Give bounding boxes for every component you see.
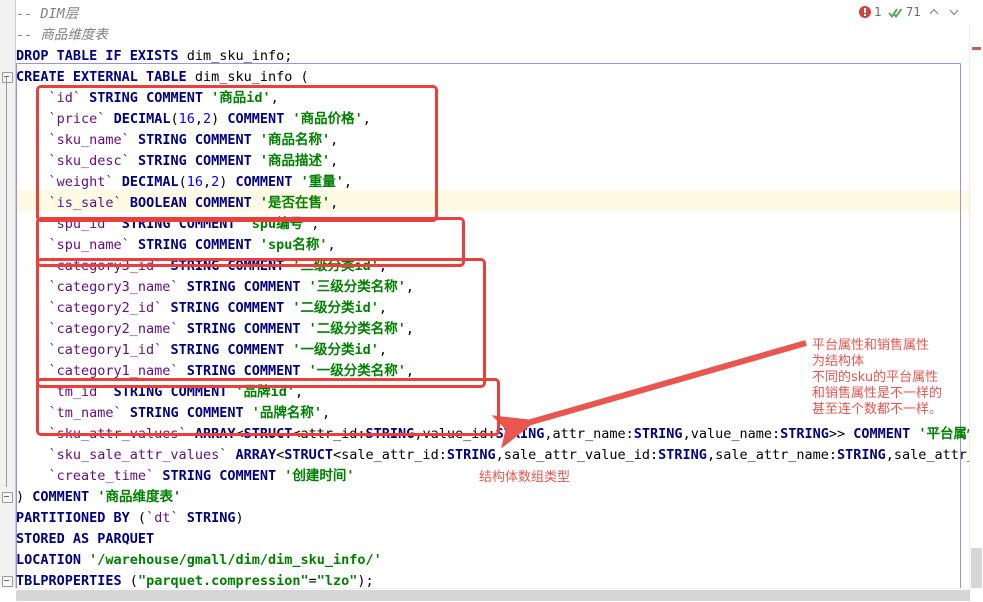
next-problem-icon[interactable]	[947, 5, 961, 19]
code-line[interactable]: STORED AS PARQUET	[16, 529, 154, 550]
code-line[interactable]: `sku_sale_attr_values` ARRAY<STRUCT<sale…	[16, 445, 983, 466]
code-line[interactable]: `tm_name` STRING COMMENT '品牌名称',	[16, 403, 331, 424]
code-line[interactable]: `category1_name` STRING COMMENT '一级分类名称'…	[16, 361, 415, 382]
code-line[interactable]: `tm_id` STRING COMMENT '品牌id',	[16, 382, 304, 403]
fold-minus-icon	[2, 576, 13, 587]
inspection-status-bar[interactable]: 1 71	[855, 0, 965, 24]
double-check-icon	[887, 7, 903, 18]
code-line[interactable]: `sku_desc` STRING COMMENT '商品描述',	[16, 151, 339, 172]
code-line[interactable]: TBLPROPERTIES ("parquet.compression"="lz…	[16, 571, 374, 588]
horizontal-scrollbar-thumb[interactable]	[16, 590, 983, 601]
warning-count-label: 71	[905, 5, 921, 19]
code-line[interactable]: `category2_name` STRING COMMENT '二级分类名称'…	[16, 319, 415, 340]
code-editor-canvas[interactable]: -- DIM层 -- 商品维度表 DROP TABLE IF EXISTS dim_…	[16, 0, 983, 588]
scrollbar-corner	[970, 589, 983, 602]
code-line[interactable]: `is_sale` BOOLEAN COMMENT '是否在售',	[16, 193, 339, 214]
fold-minus-icon	[2, 72, 13, 83]
code-line[interactable]: `price` DECIMAL(16,2) COMMENT '商品价格',	[16, 109, 371, 130]
error-marker-stripe[interactable]	[972, 47, 981, 50]
fold-marker-tblproperties[interactable]	[0, 571, 15, 592]
code-line[interactable]: LOCATION '/warehouse/gmall/dim/dim_sku_i…	[16, 550, 382, 571]
error-circle-icon	[859, 6, 872, 18]
horizontal-scrollbar-track[interactable]	[16, 588, 983, 602]
code-line[interactable]: `sku_name` STRING COMMENT '商品名称',	[16, 130, 339, 151]
error-count-label: 1	[874, 5, 882, 19]
code-line[interactable]: `create_time` STRING COMMENT '创建时间'	[16, 466, 355, 487]
code-line[interactable]: -- DIM层	[16, 4, 78, 25]
code-line[interactable]: ) COMMENT '商品维度表'	[16, 487, 181, 508]
sql-editor-window: -- DIM层 -- 商品维度表 DROP TABLE IF EXISTS dim_…	[0, 0, 983, 602]
vertical-scrollbar-thumb[interactable]	[971, 548, 982, 588]
code-line[interactable]: `category2_id` STRING COMMENT '二级分类id',	[16, 298, 388, 319]
previous-problem-icon[interactable]	[927, 5, 941, 19]
code-line[interactable]: `sku_attr_values` ARRAY<STRUCT<attr_id:S…	[16, 424, 983, 445]
code-line[interactable]: `category1_id` STRING COMMENT '一级分类id',	[16, 340, 388, 361]
code-line[interactable]: `weight` DECIMAL(16,2) COMMENT '重量',	[16, 172, 352, 193]
error-count-group[interactable]: 1	[859, 5, 882, 19]
code-line[interactable]: `category3_id` STRING COMMENT '三级分类id',	[16, 256, 388, 277]
code-line[interactable]: `spu_id` STRING COMMENT 'spu编号',	[16, 214, 320, 235]
fold-marker-create-table[interactable]	[0, 67, 15, 88]
code-line[interactable]: CREATE EXTERNAL TABLE dim_sku_info (	[16, 67, 309, 88]
code-line[interactable]: `spu_name` STRING COMMENT 'spu名称',	[16, 235, 336, 256]
warning-count-group[interactable]: 71	[887, 5, 921, 19]
fold-gutter	[0, 0, 16, 588]
code-line[interactable]: DROP TABLE IF EXISTS dim_sku_info;	[16, 46, 292, 67]
fold-minus-icon	[2, 492, 13, 503]
vertical-scrollbar-track[interactable]	[969, 24, 983, 588]
code-line[interactable]: -- 商品维度表	[16, 25, 108, 46]
code-line[interactable]: `id` STRING COMMENT '商品id',	[16, 88, 279, 109]
fold-marker-table-end[interactable]	[0, 487, 15, 508]
code-line[interactable]: PARTITIONED BY (`dt` STRING)	[16, 508, 244, 529]
code-line[interactable]: `category3_name` STRING COMMENT '三级分类名称'…	[16, 277, 415, 298]
fold-region-line	[6, 77, 7, 487]
